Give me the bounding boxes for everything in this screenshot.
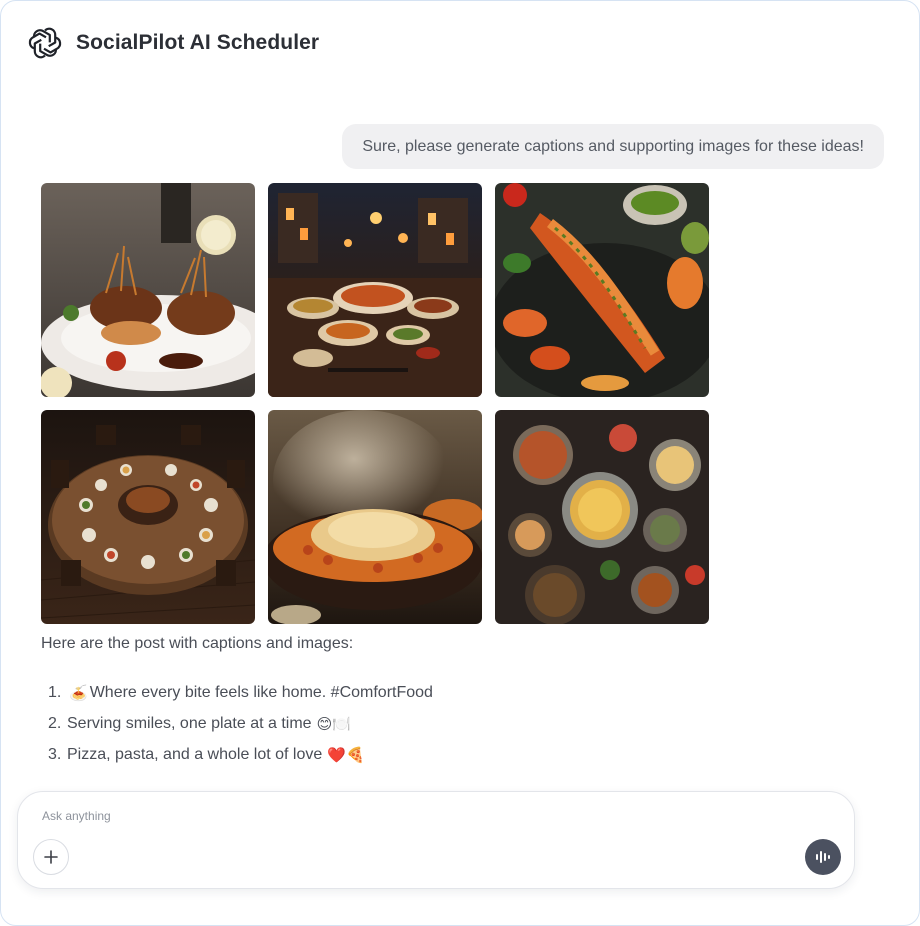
plus-icon	[44, 850, 58, 864]
openai-knot-icon	[28, 27, 62, 59]
generated-image-3[interactable]	[495, 183, 709, 397]
ask-anything-input[interactable]	[42, 806, 742, 826]
caption-number: 3.	[48, 745, 62, 763]
generated-image-5[interactable]	[268, 410, 482, 624]
generated-image-2[interactable]	[268, 183, 482, 397]
app-header: SocialPilot AI Scheduler	[27, 25, 319, 61]
message-composer	[17, 791, 855, 889]
caption-number: 1.	[48, 683, 62, 701]
assistant-intro-text: Here are the post with captions and imag…	[41, 635, 354, 652]
app-window: SocialPilot AI Scheduler Sure, please ge…	[0, 0, 920, 926]
caption-text: Where every bite feels like home. #Comfo…	[89, 683, 433, 701]
generated-image-4[interactable]	[41, 410, 255, 624]
voice-waveform-icon	[816, 851, 830, 863]
app-title: SocialPilot AI Scheduler	[76, 31, 320, 54]
caption-item: 3. Pizza, pasta, and a whole lot of love…	[48, 739, 433, 770]
user-message-bubble: Sure, please generate captions and suppo…	[342, 124, 884, 169]
voice-mode-button[interactable]	[805, 839, 841, 875]
generated-image-grid	[41, 183, 709, 624]
generated-image-1[interactable]	[41, 183, 255, 397]
smile-plate-emoji: 😊🍽️	[316, 715, 351, 733]
caption-text: Pizza, pasta, and a whole lot of love	[67, 745, 323, 763]
spaghetti-emoji: 🍝	[69, 684, 88, 702]
generated-image-6[interactable]	[495, 410, 709, 624]
caption-text: Serving smiles, one plate at a time	[67, 714, 312, 732]
heart-pizza-emoji: ❤️🍕	[327, 746, 365, 764]
add-attachment-button[interactable]	[33, 839, 69, 875]
caption-list: 1. 🍝 Where every bite feels like home. #…	[48, 677, 433, 770]
caption-item: 2. Serving smiles, one plate at a time 😊…	[48, 708, 433, 739]
caption-item: 1. 🍝 Where every bite feels like home. #…	[48, 677, 433, 708]
caption-number: 2.	[48, 714, 62, 732]
